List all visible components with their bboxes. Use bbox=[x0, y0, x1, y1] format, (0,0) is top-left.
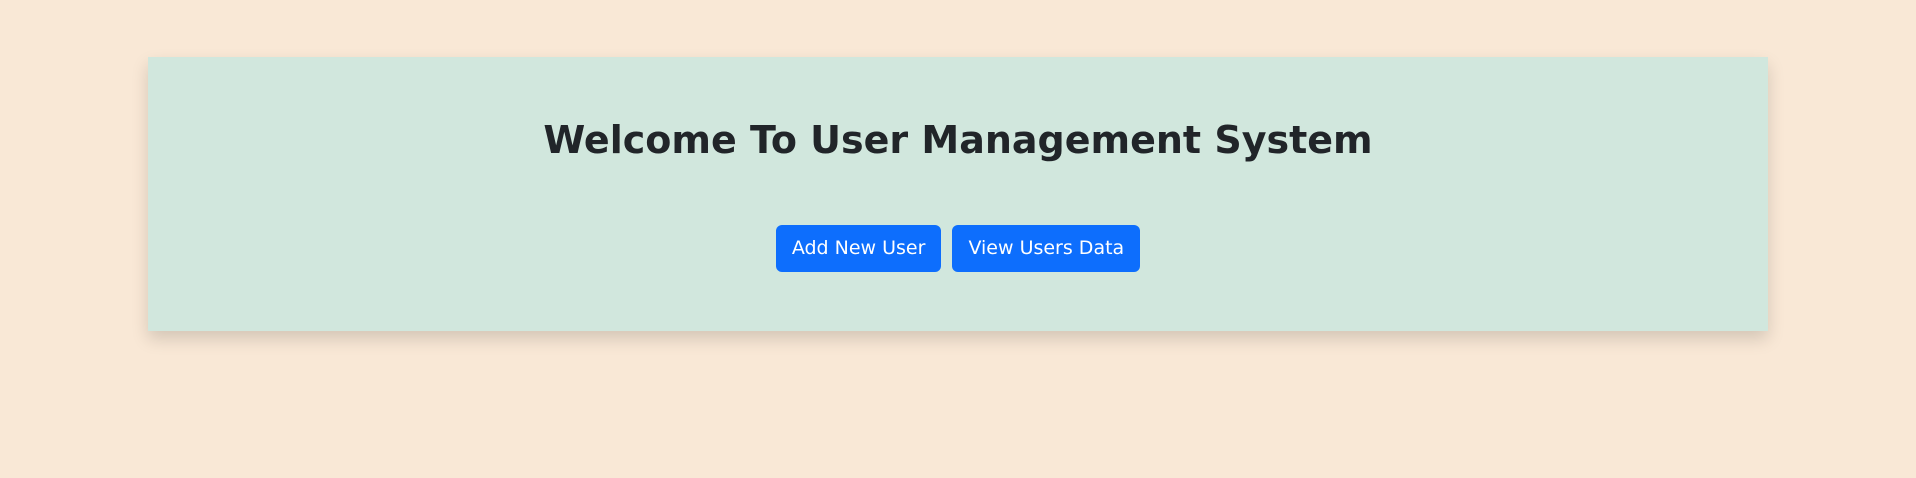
add-new-user-button[interactable]: Add New User bbox=[775, 225, 942, 272]
view-users-data-button[interactable]: View Users Data bbox=[952, 225, 1141, 272]
action-buttons: Add New User View Users Data bbox=[148, 225, 1768, 272]
welcome-panel: Welcome To User Management System Add Ne… bbox=[148, 57, 1768, 331]
page-title: Welcome To User Management System bbox=[543, 118, 1373, 162]
